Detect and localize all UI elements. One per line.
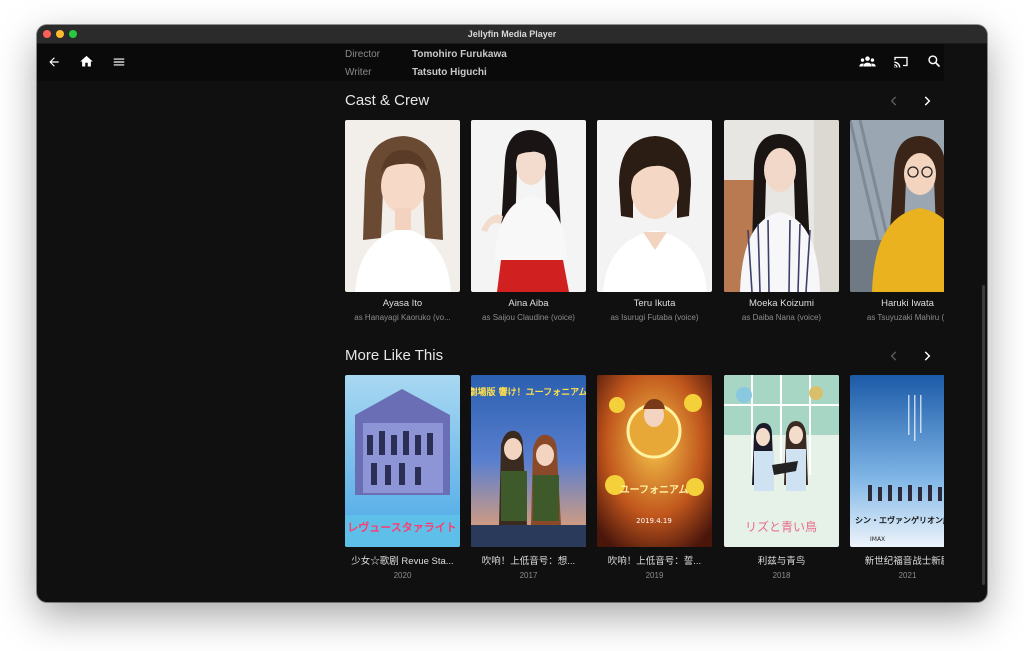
- similar-card[interactable]: シン・エヴァンゲリオン劇場 IMAX 新世纪福音战士新剧 2021: [850, 375, 944, 580]
- poster-text: リズと青い鳥: [745, 519, 817, 534]
- poster-image[interactable]: リズと青い鳥: [724, 375, 839, 547]
- credit-director: Director Tomohiro Furukawa: [345, 49, 507, 60]
- chevron-right-icon[interactable]: [920, 94, 934, 108]
- similar-section-title: More Like This: [345, 347, 444, 364]
- media-title[interactable]: 利兹与青鸟: [724, 553, 839, 567]
- svg-text:2019.4.19: 2019.4.19: [636, 517, 672, 525]
- media-title[interactable]: 少女☆歌剧 Revue Sta...: [345, 553, 460, 567]
- media-title[interactable]: 吹响！上低音号：誓...: [597, 553, 712, 567]
- chevron-left-icon[interactable]: [887, 349, 901, 363]
- person-photo[interactable]: [471, 120, 586, 292]
- person-name[interactable]: Moeka Koizumi: [724, 298, 839, 309]
- poster-text: シン・エヴァンゲリオン劇場: [855, 515, 944, 525]
- person-photo[interactable]: [724, 120, 839, 292]
- similar-card[interactable]: 劇場版 響け！ユーフォニアム 吹响！上低音号：想... 2017: [471, 375, 586, 580]
- content-area: Director Tomohiro Furukawa Writer Tatsuto …: [37, 25, 944, 602]
- cast-card[interactable]: Teru Ikuta as Isurugi Futaba (voice): [597, 120, 712, 322]
- media-year: 2019: [645, 571, 664, 580]
- person-photo[interactable]: [345, 120, 460, 292]
- similar-card[interactable]: リズと青い鳥 利兹与青鸟 2018: [724, 375, 839, 580]
- credit-label: Writer: [345, 67, 372, 78]
- person-photo[interactable]: [597, 120, 712, 292]
- poster-image[interactable]: レヴュースタァライト: [345, 375, 460, 547]
- poster-text: ユーフォニアム: [620, 484, 689, 496]
- poster-text: レヴュースタァライト: [347, 520, 456, 534]
- similar-card[interactable]: ユーフォニアム 2019.4.19 吹响！上低音号：誓... 2019: [597, 375, 712, 580]
- users-icon[interactable]: [859, 55, 876, 68]
- cast-card[interactable]: Haruki Iwata as Tsuyuzaki Mahiru (v: [850, 120, 944, 322]
- chevron-left-icon[interactable]: [887, 94, 901, 108]
- svg-text:IMAX: IMAX: [870, 536, 885, 543]
- back-arrow-icon[interactable]: [47, 55, 61, 69]
- poster-image[interactable]: シン・エヴァンゲリオン劇場 IMAX: [850, 375, 944, 547]
- media-year: 2020: [393, 571, 412, 580]
- poster-text: 劇場版 響け！ユーフォニアム: [471, 386, 586, 398]
- person-role: as Saijou Claudine (voice): [482, 313, 575, 322]
- cast-card[interactable]: Aina Aiba as Saijou Claudine (voice): [471, 120, 586, 322]
- person-role: as Hanayagi Kaoruko (vo...: [354, 313, 451, 322]
- person-name[interactable]: Ayasa Ito: [345, 298, 460, 309]
- cast-card[interactable]: Ayasa Ito as Hanayagi Kaoruko (vo...: [345, 120, 460, 322]
- person-name[interactable]: Haruki Iwata: [850, 298, 944, 309]
- vertical-scrollbar[interactable]: [982, 285, 985, 585]
- media-title[interactable]: 吹响！上低音号：想...: [471, 553, 586, 567]
- cast-card[interactable]: Moeka Koizumi as Daiba Nana (voice): [724, 120, 839, 322]
- poster-image[interactable]: ユーフォニアム 2019.4.19: [597, 375, 712, 547]
- credit-label: Director: [345, 49, 381, 60]
- media-year: 2021: [898, 571, 917, 580]
- person-role: as Tsuyuzaki Mahiru (v: [866, 313, 944, 322]
- search-icon[interactable]: [927, 54, 941, 68]
- menu-icon[interactable]: [112, 55, 126, 69]
- person-name[interactable]: Aina Aiba: [471, 298, 586, 309]
- cast-section-title: Cast & Crew: [345, 92, 430, 109]
- person-name[interactable]: Teru Ikuta: [597, 298, 712, 309]
- person-role: as Isurugi Futaba (voice): [610, 313, 699, 322]
- app-window: Jellyfin Media Player Director Tomohiro F…: [37, 25, 987, 602]
- chevron-right-icon[interactable]: [920, 349, 934, 363]
- home-icon[interactable]: [79, 54, 94, 69]
- credit-value[interactable]: Tatsuto Higuchi: [412, 67, 487, 78]
- cast-icon[interactable]: [893, 54, 909, 69]
- similar-card[interactable]: レヴュースタァライト 少女☆歌剧 Revue Sta... 2020: [345, 375, 460, 580]
- credit-value[interactable]: Tomohiro Furukawa: [412, 49, 507, 60]
- person-photo[interactable]: [850, 120, 944, 292]
- credit-writer: Writer Tatsuto Higuchi: [345, 67, 487, 78]
- media-year: 2017: [519, 571, 538, 580]
- poster-image[interactable]: 劇場版 響け！ユーフォニアム: [471, 375, 586, 547]
- person-role: as Daiba Nana (voice): [741, 313, 822, 322]
- media-title[interactable]: 新世纪福音战士新剧: [850, 553, 944, 567]
- media-year: 2018: [772, 571, 791, 580]
